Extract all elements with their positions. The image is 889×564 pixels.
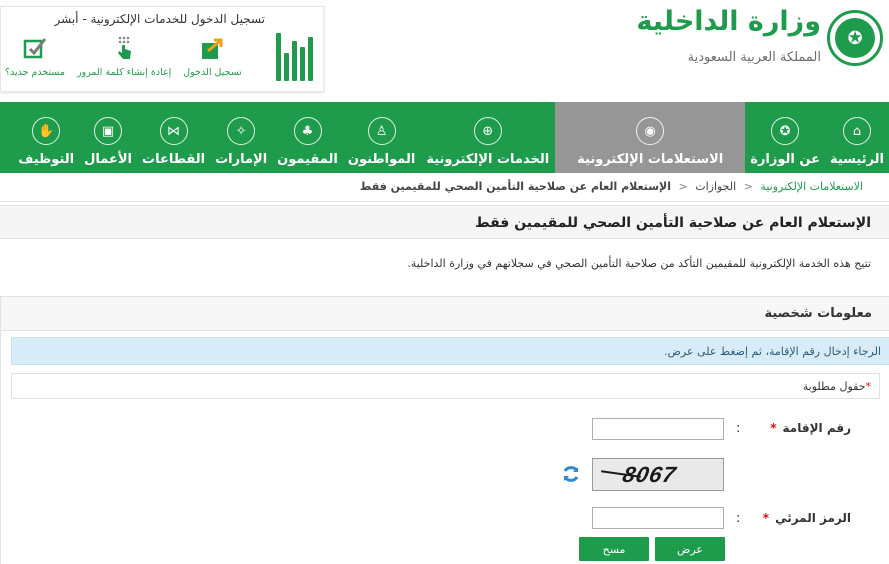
captcha-image: 8067 xyxy=(592,458,724,491)
password-reset-link[interactable]: إعادة إنشاء كلمة المرور xyxy=(77,35,171,78)
kingdom-title: المملكة العربية السعودية xyxy=(687,50,821,65)
nav-label: عن الوزارة xyxy=(750,152,820,167)
new-user-link[interactable]: مستخدم جديد؟ xyxy=(5,35,65,78)
briefcase-icon: ▣ xyxy=(94,117,123,145)
required-note-box: *حقول مطلوبة xyxy=(11,373,880,399)
login-link[interactable]: تسجيل الدخول xyxy=(183,35,242,78)
absher-heading: تسجيل الدخول للخدمات الإلكترونية - أبشر xyxy=(54,12,265,26)
nav-label: الاستعلامات الإلكترونية xyxy=(577,152,724,167)
new-user-label: مستخدم جديد؟ xyxy=(5,67,65,78)
nav-item-eservices[interactable]: ⊕ الخدمات الإلكترونية xyxy=(420,102,555,173)
breadcrumb-separator-icon: < xyxy=(743,180,753,193)
globe-icon: ⊕ xyxy=(473,117,502,145)
required-note: *حقول مطلوبة xyxy=(803,380,871,393)
main-nav: ⌂ الرئيسية ✪ عن الوزارة ◉ الاستعلامات ال… xyxy=(0,102,889,173)
saudi-emblem-icon: ✪ xyxy=(827,10,883,66)
nav-item-employment[interactable]: ✋ التوظيف xyxy=(13,102,79,173)
nav-item-home[interactable]: ⌂ الرئيسية xyxy=(825,102,889,173)
nav-label: المواطنون xyxy=(347,152,416,167)
required-star-icon: * xyxy=(770,421,777,435)
submit-button[interactable]: عرض xyxy=(655,537,725,561)
ministry-title: وزارة الداخلية xyxy=(636,6,821,37)
login-icon xyxy=(201,38,223,59)
captcha-text: 8067 xyxy=(620,462,679,487)
nav-item-citizens[interactable]: ♙ المواطنون xyxy=(343,102,420,173)
page-title: الإستعلام العام عن صلاحية التأمين الصحي … xyxy=(475,215,871,231)
nav-item-residents[interactable]: ♣ المقيمون xyxy=(272,102,343,173)
captcha-label: الرمز المرئي * xyxy=(763,511,851,525)
nav-item-business[interactable]: ▣ الأعمال xyxy=(79,102,137,173)
sectors-icon: ⋈ xyxy=(159,117,188,145)
required-star-icon: * xyxy=(762,511,770,525)
page-title-bar: الإستعلام العام عن صلاحية التأمين الصحي … xyxy=(0,205,889,239)
password-reset-label: إعادة إنشاء كلمة المرور xyxy=(76,67,172,78)
captcha-input[interactable] xyxy=(592,507,724,529)
absher-actions: مستخدم جديد؟ إعادة إنشاء كلمة المرور تسج… xyxy=(5,35,242,78)
ministry-logo[interactable]: ✪ وزارة الداخلية المملكة العربية السعودي… xyxy=(585,2,885,82)
breadcrumb-divider xyxy=(0,201,889,202)
captcha-label-text: الرمز المرئي xyxy=(775,511,851,525)
absher-login-box: تسجيل الدخول للخدمات الإلكترونية - أبشر … xyxy=(0,6,324,92)
residents-icon: ♣ xyxy=(293,117,322,145)
refresh-captcha-icon[interactable] xyxy=(561,464,581,484)
site-header: ✪ وزارة الداخلية المملكة العربية السعودي… xyxy=(0,0,889,102)
nav-label: القطاعات xyxy=(142,152,206,167)
breadcrumb-passports[interactable]: الجوازات xyxy=(695,180,736,193)
panel-header: معلومات شخصية xyxy=(1,297,889,331)
new-user-icon xyxy=(23,38,47,59)
captcha-colon: : xyxy=(736,511,741,526)
emirates-icon: ✧ xyxy=(227,117,256,145)
iqama-colon: : xyxy=(736,421,741,436)
nav-label: الرئيسية xyxy=(829,152,884,167)
nav-item-about[interactable]: ✪ عن الوزارة xyxy=(745,102,825,173)
nav-label: المقيمون xyxy=(277,152,338,167)
breadcrumb-current: الإستعلام العام عن صلاحية التأمين الصحي … xyxy=(359,180,671,193)
nav-item-emirates[interactable]: ✧ الإمارات xyxy=(210,102,272,173)
info-alert: الرجاء إدخال رقم الإقامة، ثم إضغط على عر… xyxy=(11,337,889,365)
login-label: تسجيل الدخول xyxy=(183,67,242,78)
inquiry-icon: ◉ xyxy=(636,117,665,145)
nav-label: الخدمات الإلكترونية xyxy=(426,152,550,167)
iqama-label: رقم الإقامة * xyxy=(770,421,851,435)
iqama-input[interactable] xyxy=(592,418,724,440)
breadcrumb: الاستعلامات الإلكترونية < الجوازات < الإ… xyxy=(360,180,863,193)
absher-logo-icon[interactable] xyxy=(271,29,313,81)
emblem-icon: ✪ xyxy=(771,117,800,145)
breadcrumb-inquiries[interactable]: الاستعلامات الإلكترونية xyxy=(760,180,863,193)
required-note-label: حقول مطلوبة xyxy=(802,380,866,393)
panel-title: معلومات شخصية xyxy=(764,306,872,321)
nav-item-sectors[interactable]: ⋈ القطاعات xyxy=(137,102,210,173)
password-reset-icon xyxy=(118,36,132,59)
nav-label: الإمارات xyxy=(215,152,268,167)
nav-item-inquiries[interactable]: ◉ الاستعلامات الإلكترونية xyxy=(555,102,746,173)
iqama-label-text: رقم الإقامة xyxy=(782,421,851,435)
personal-info-panel: معلومات شخصية الرجاء إدخال رقم الإقامة، … xyxy=(0,296,889,564)
breadcrumb-separator-icon: < xyxy=(678,180,688,193)
employment-icon: ✋ xyxy=(32,117,61,145)
nav-label: التوظيف xyxy=(18,152,75,167)
info-text: الرجاء إدخال رقم الإقامة، ثم إضغط على عر… xyxy=(664,345,881,358)
citizen-icon: ♙ xyxy=(367,117,396,145)
page-description: تتيح هذه الخدمة الإلكترونية للمقيمين الت… xyxy=(407,257,871,270)
nav-label: الأعمال xyxy=(84,152,132,167)
clear-button[interactable]: مسح xyxy=(579,537,649,561)
required-star-icon: * xyxy=(865,380,872,393)
home-icon: ⌂ xyxy=(842,117,871,145)
